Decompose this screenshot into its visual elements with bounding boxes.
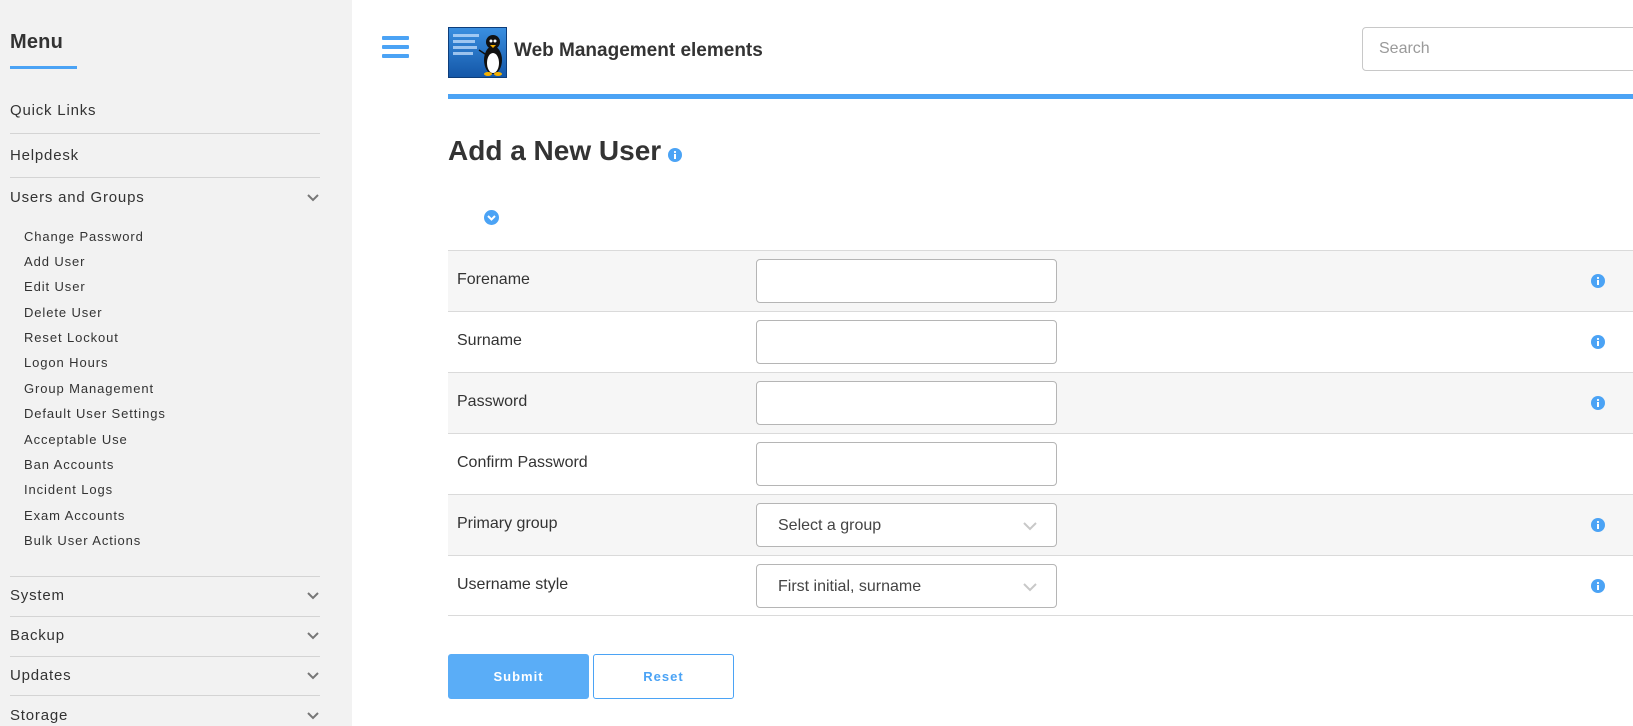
info-icon[interactable] (1591, 274, 1605, 288)
sidebar-subitem-acceptable-use[interactable]: Acceptable Use (24, 432, 128, 447)
info-icon[interactable] (668, 148, 682, 162)
sidebar-item-system[interactable]: System (10, 587, 320, 604)
password-field[interactable] (756, 381, 1057, 425)
sidebar-item-backup[interactable]: Backup (10, 627, 320, 644)
sidebar-subitem-incident-logs[interactable]: Incident Logs (24, 482, 113, 497)
sidebar-item-users-and-groups[interactable]: Users and Groups (10, 189, 320, 206)
username-style-label: Username style (457, 576, 569, 593)
sidebar-divider (10, 576, 320, 577)
surname-field[interactable] (756, 320, 1057, 364)
sidebar-item-label: Updates (10, 667, 72, 684)
sidebar-item-label: Backup (10, 627, 65, 644)
menu-title: Menu (10, 31, 64, 53)
sidebar-subitem-logon-hours[interactable]: Logon Hours (24, 355, 108, 370)
primary-group-selected-value: Select a group (778, 517, 882, 534)
sidebar-subitem-reset-lockout[interactable]: Reset Lockout (24, 330, 119, 345)
form-row-username-style: Username style First initial, surname (448, 555, 1633, 616)
chevron-down-icon (307, 711, 319, 719)
sidebar-item-label: Storage (10, 707, 69, 724)
form-row-primary-group: Primary group Select a group (448, 494, 1633, 555)
sidebar-item-quick-links[interactable]: Quick Links (10, 102, 320, 119)
form-row-confirm-password: Confirm Password (448, 433, 1633, 494)
menu-title-underline (10, 66, 77, 69)
header-accent-bar (448, 94, 1633, 99)
sidebar-item-label: Users and Groups (10, 189, 145, 206)
sidebar-divider (10, 133, 320, 134)
chevron-down-icon (307, 631, 319, 639)
sidebar-divider (10, 695, 320, 696)
chevron-down-icon (307, 591, 319, 599)
form-row-surname: Surname (448, 311, 1633, 372)
sidebar-item-updates[interactable]: Updates (10, 667, 320, 684)
submit-button[interactable]: Submit (448, 654, 589, 699)
sidebar-subitem-exam-accounts[interactable]: Exam Accounts (24, 508, 125, 523)
info-icon[interactable] (1591, 335, 1605, 349)
hamburger-menu-icon[interactable] (382, 36, 410, 62)
page-title: Add a New User (448, 135, 662, 166)
form-row-forename: Forename (448, 250, 1633, 311)
sidebar-subitem-default-user-settings[interactable]: Default User Settings (24, 406, 166, 421)
chevron-down-icon (1023, 522, 1037, 531)
sidebar-item-storage[interactable]: Storage (10, 707, 320, 724)
app-logo (448, 27, 507, 78)
sidebar-item-label: Helpdesk (10, 147, 79, 164)
confirm-password-field[interactable] (756, 442, 1057, 486)
form-row-password: Password (448, 372, 1633, 433)
sidebar-subitem-delete-user[interactable]: Delete User (24, 305, 103, 320)
sidebar-subitem-ban-accounts[interactable]: Ban Accounts (24, 457, 114, 472)
forename-label: Forename (457, 271, 530, 288)
sidebar-divider (10, 616, 320, 617)
primary-group-label: Primary group (457, 515, 558, 532)
confirm-password-label: Confirm Password (457, 454, 588, 471)
sidebar-subitem-group-management[interactable]: Group Management (24, 381, 154, 396)
password-label: Password (457, 393, 528, 410)
sidebar-item-label: Quick Links (10, 102, 97, 119)
chevron-down-icon (1023, 583, 1037, 592)
sidebar-subitem-add-user[interactable]: Add User (24, 254, 85, 269)
sidebar-item-helpdesk[interactable]: Helpdesk (10, 147, 320, 164)
sidebar-subitem-change-password[interactable]: Change Password (24, 229, 144, 244)
info-icon[interactable] (1591, 396, 1605, 410)
search-input[interactable] (1362, 27, 1633, 71)
reset-button[interactable]: Reset (593, 654, 734, 699)
username-style-select[interactable]: First initial, surname (756, 564, 1057, 608)
sidebar-divider (10, 177, 320, 178)
chevron-down-icon (307, 671, 319, 679)
info-icon[interactable] (1591, 579, 1605, 593)
username-style-selected-value: First initial, surname (778, 578, 922, 595)
surname-label: Surname (457, 332, 522, 349)
primary-group-select[interactable]: Select a group (756, 503, 1057, 547)
sidebar-item-label: System (10, 587, 65, 604)
sidebar-subitem-edit-user[interactable]: Edit User (24, 279, 86, 294)
chevron-down-icon (307, 193, 319, 201)
sidebar-subitem-bulk-user-actions[interactable]: Bulk User Actions (24, 533, 141, 548)
forename-field[interactable] (756, 259, 1057, 303)
chevron-circle-down-icon[interactable] (484, 210, 499, 225)
info-icon[interactable] (1591, 518, 1605, 532)
sidebar-divider (10, 656, 320, 657)
app-title: Web Management elements (514, 40, 763, 61)
